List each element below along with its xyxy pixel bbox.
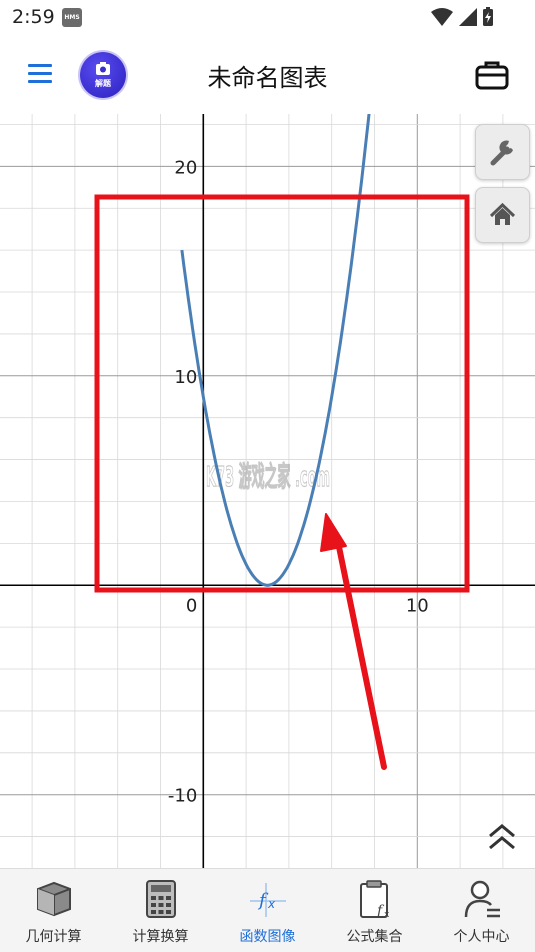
wifi-icon — [431, 8, 453, 26]
double-chevron-up-icon — [489, 824, 515, 850]
x-tick-label-10: 10 — [406, 595, 429, 616]
person-icon — [464, 880, 500, 918]
function-graph[interactable]: 0 10 20 10 -10 K73 游戏之家 .com — [0, 114, 535, 868]
clipboard-formula-icon: f x — [359, 880, 390, 920]
watermark-text: K73 游戏之家 .com — [206, 460, 330, 493]
status-bar: 2:59 HMS — [0, 0, 535, 36]
app-header: 解题 未命名图表 — [0, 36, 535, 114]
nav-geometry-label: 几何计算 — [25, 929, 82, 945]
battery-icon — [483, 7, 493, 26]
collapse-button[interactable] — [482, 820, 522, 854]
graph-canvas[interactable]: 0 10 20 10 -10 K73 游戏之家 .com — [0, 114, 535, 868]
y-tick-label-neg10: -10 — [168, 786, 197, 807]
nav-formulas-label: 公式集合 — [346, 929, 403, 945]
y-tick-label-20: 20 — [174, 157, 197, 178]
highlight-box — [94, 194, 470, 593]
y-tick-label-10: 10 — [174, 367, 197, 388]
wrench-icon — [490, 140, 513, 166]
home-view-button[interactable] — [475, 187, 530, 243]
nav-calculator[interactable]: 计算换算 — [107, 869, 214, 952]
function-icon: f x — [249, 883, 286, 917]
status-time: 2:59 — [12, 6, 55, 28]
cube-icon — [36, 881, 71, 917]
svg-text:x: x — [267, 897, 276, 911]
x-tick-label-0: 0 — [186, 595, 197, 616]
watermark-logo: K73 游戏之家 .com — [205, 459, 330, 493]
home-icon — [489, 202, 516, 225]
nav-function-graph-label: 函数图像 — [239, 929, 296, 945]
nav-formulas[interactable]: f x 公式集合 — [321, 869, 428, 952]
calculator-icon — [145, 880, 176, 918]
function-curve — [180, 114, 371, 587]
bottom-navigation: 几何计算 计算换算 f x 函数图像 f x 公式集合 个人中心 — [0, 868, 535, 952]
nav-geometry[interactable]: 几何计算 — [0, 869, 107, 952]
svg-text:x: x — [384, 910, 390, 920]
hms-badge-icon: HMS — [62, 8, 82, 27]
nav-calculator-label: 计算换算 — [132, 929, 189, 945]
toolbox-button[interactable] — [474, 58, 510, 92]
nav-profile[interactable]: 个人中心 — [428, 869, 535, 952]
briefcase-icon — [475, 61, 509, 90]
nav-function-graph[interactable]: f x 函数图像 — [214, 869, 321, 952]
page-title: 未命名图表 — [207, 64, 328, 92]
status-icons — [431, 7, 493, 26]
cellular-icon — [459, 8, 477, 26]
nav-profile-label: 个人中心 — [453, 929, 510, 945]
settings-tool-button[interactable] — [475, 124, 530, 180]
